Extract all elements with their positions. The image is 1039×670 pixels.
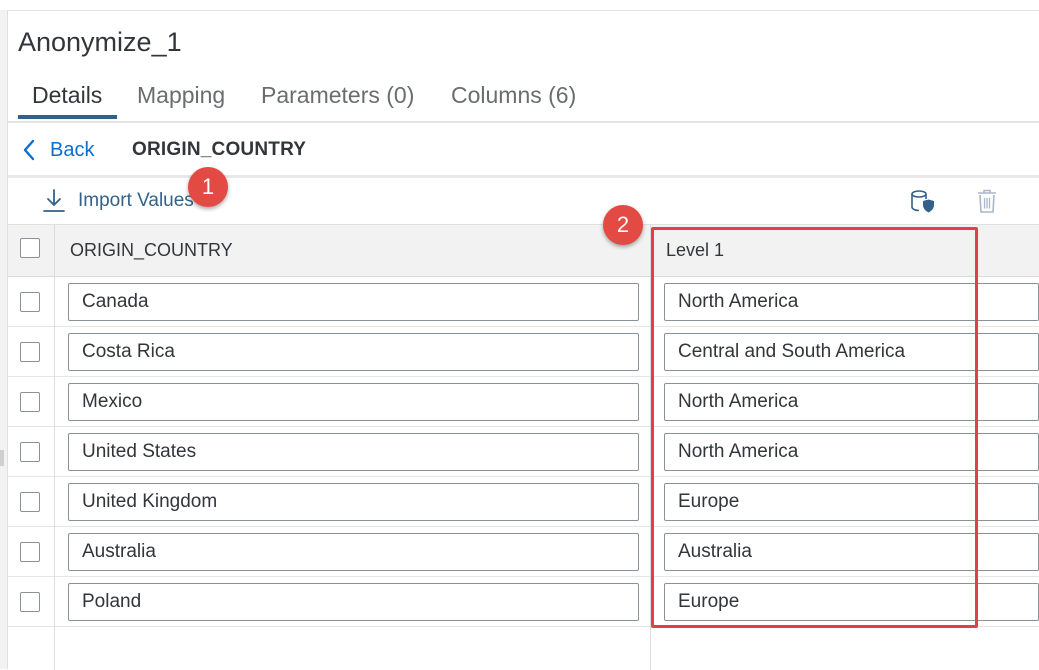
row-checkbox[interactable] [20, 442, 40, 462]
chevron-left-icon [23, 139, 35, 161]
page-title: Anonymize_1 [18, 27, 182, 57]
level-1-input[interactable]: North America [664, 383, 1039, 421]
origin-country-input[interactable]: Mexico [68, 383, 639, 421]
row-checkbox[interactable] [20, 542, 40, 562]
database-shield-button[interactable] [908, 187, 936, 215]
active-tab-indicator [18, 115, 117, 119]
origin-country-input[interactable]: Poland [68, 583, 639, 621]
row-checkbox[interactable] [20, 492, 40, 512]
level-1-input[interactable]: Australia [664, 533, 1039, 571]
callout-badge-2: 2 [603, 205, 643, 245]
column-header-origin-country: ORIGIN_COUNTRY [70, 240, 233, 260]
table-row: Canada North America [8, 277, 1039, 327]
row-checkbox[interactable] [20, 392, 40, 412]
origin-country-input[interactable]: Australia [68, 533, 639, 571]
origin-country-input[interactable]: Canada [68, 283, 639, 321]
table-row: Australia Australia [8, 527, 1039, 577]
tab-details[interactable]: Details [32, 75, 102, 117]
field-name-heading: ORIGIN_COUNTRY [132, 139, 307, 160]
row-checkbox[interactable] [20, 342, 40, 362]
level-1-input[interactable]: North America [664, 283, 1039, 321]
origin-country-input[interactable]: United States [68, 433, 639, 471]
table-row: Poland Europe [8, 577, 1039, 627]
row-checkbox[interactable] [20, 592, 40, 612]
table-row: United Kingdom Europe [8, 477, 1039, 527]
origin-country-input[interactable]: United Kingdom [68, 483, 639, 521]
tab-parameters[interactable]: Parameters (0) [261, 75, 414, 117]
tab-mapping[interactable]: Mapping [137, 75, 225, 117]
level-1-input[interactable]: North America [664, 433, 1039, 471]
tab-columns[interactable]: Columns (6) [451, 75, 576, 117]
sub-header: Back ORIGIN_COUNTRY [8, 123, 1039, 175]
import-values-button[interactable]: Import Values [42, 187, 194, 215]
column-header-level-1: Level 1 [666, 240, 725, 260]
table-header: ORIGIN_COUNTRY Level 1 [8, 225, 1039, 277]
delete-button[interactable] [973, 187, 1001, 215]
level-1-input[interactable]: Europe [664, 583, 1039, 621]
back-button[interactable]: Back [22, 137, 94, 163]
value-mapping-table: ORIGIN_COUNTRY Level 1 Canada North Amer… [8, 224, 1039, 670]
trash-icon [978, 189, 996, 213]
import-values-label: Import Values [78, 190, 194, 211]
column-divider [54, 225, 55, 670]
row-checkbox[interactable] [20, 292, 40, 312]
table-row: Costa Rica Central and South America [8, 327, 1039, 377]
table-row: United States North America [8, 427, 1039, 477]
table-toolbar: Import Values [8, 178, 1039, 224]
panel-resize-handle[interactable] [0, 450, 4, 466]
table-row: Mexico North America [8, 377, 1039, 427]
select-all-checkbox[interactable] [20, 238, 40, 258]
column-divider [650, 225, 651, 670]
origin-country-input[interactable]: Costa Rica [68, 333, 639, 371]
back-label: Back [50, 138, 95, 161]
import-icon [43, 189, 65, 212]
level-1-input[interactable]: Europe [664, 483, 1039, 521]
callout-badge-1: 1 [188, 167, 228, 207]
database-shield-icon [911, 190, 934, 213]
left-panel-edge [0, 10, 8, 669]
level-1-input[interactable]: Central and South America [664, 333, 1039, 371]
top-border [0, 10, 1039, 11]
